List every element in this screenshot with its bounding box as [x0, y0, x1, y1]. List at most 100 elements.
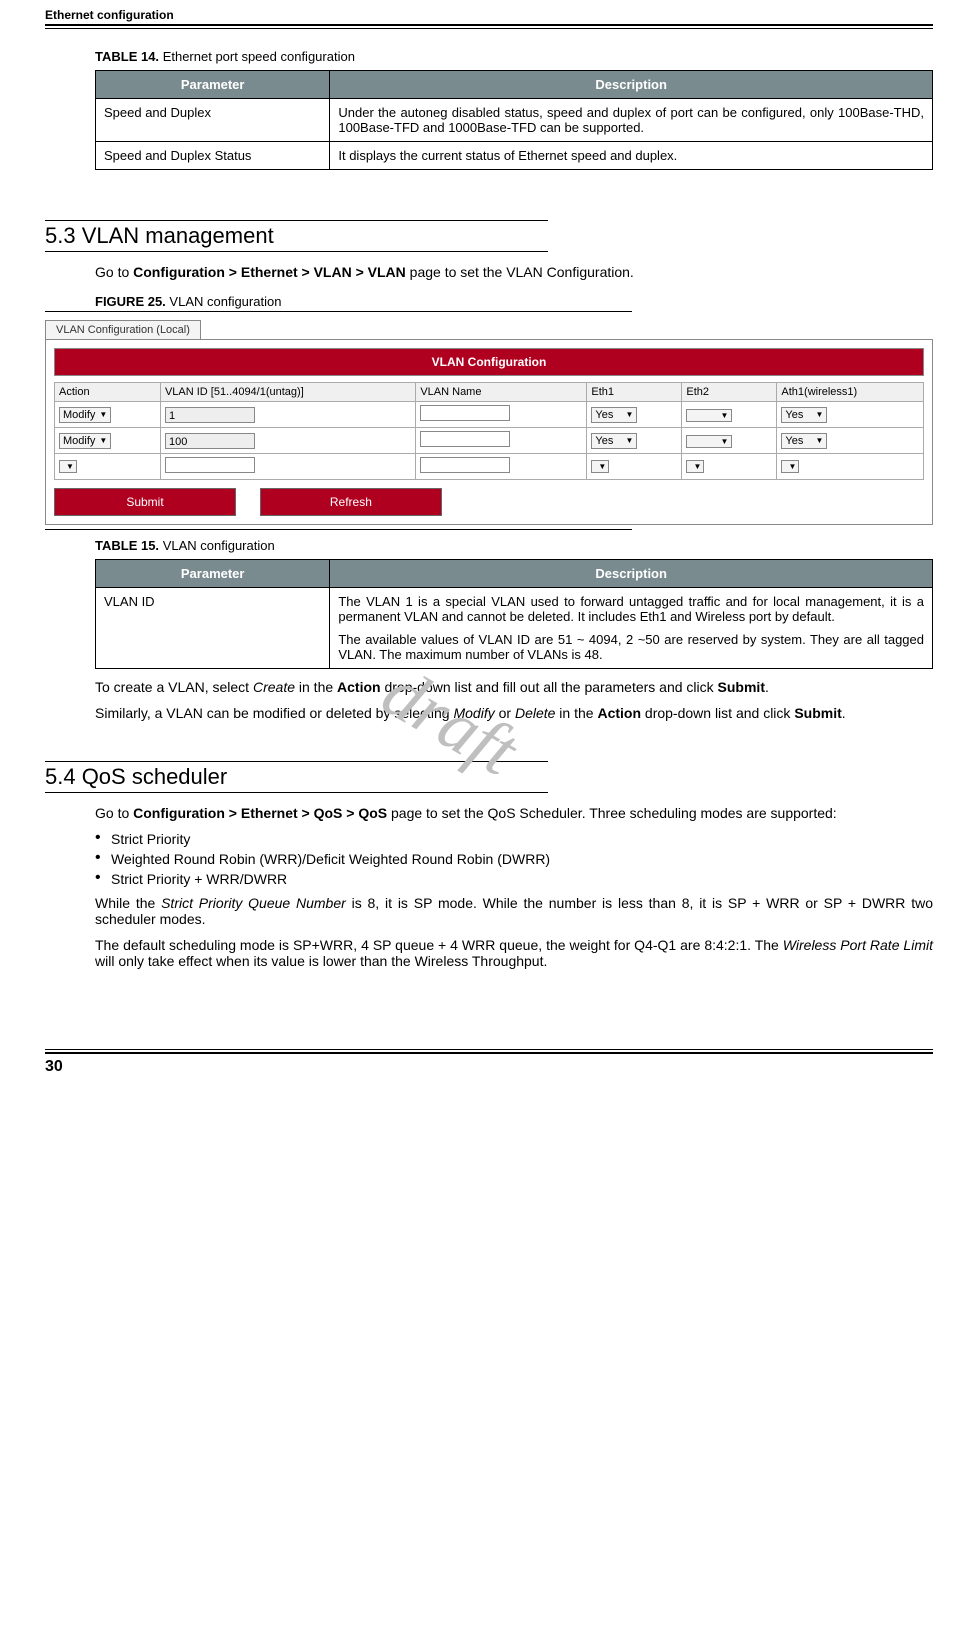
- dropdown-value: Modify: [63, 409, 95, 421]
- section54-top-rule: [45, 761, 548, 762]
- submit-button[interactable]: Submit: [54, 488, 236, 516]
- vlanname-input[interactable]: [420, 457, 510, 473]
- action-dropdown[interactable]: Modify▼: [59, 433, 111, 449]
- qos-mode-list: Strict Priority Weighted Round Robin (WR…: [95, 831, 933, 887]
- page-footer: 30: [45, 1049, 933, 1076]
- table15-th-param: Parameter: [96, 560, 330, 588]
- eth2-dropdown[interactable]: ▼: [686, 409, 732, 422]
- table14-caption-text: Ethernet port speed configuration: [163, 49, 355, 64]
- section53-title: 5.3 VLAN management: [45, 223, 933, 249]
- vlan-banner: VLAN Configuration: [54, 348, 924, 376]
- table15-caption: TABLE 15. VLAN configuration: [95, 538, 933, 553]
- table14-r2-param: Speed and Duplex Status: [96, 142, 330, 170]
- vlanid-input[interactable]: [165, 457, 255, 473]
- vlanid-input[interactable]: 1: [165, 407, 255, 423]
- table15: Parameter Description VLAN ID The VLAN 1…: [95, 559, 933, 669]
- col-eth1: Eth1: [587, 383, 682, 402]
- ath1-dropdown[interactable]: Yes▼: [781, 433, 827, 449]
- head-rule-thin: [45, 28, 933, 29]
- page-number: 30: [45, 1058, 933, 1076]
- text: Strict Priority Queue Number: [161, 895, 346, 911]
- dropdown-value: Yes: [595, 435, 613, 447]
- chevron-down-icon: ▼: [625, 436, 633, 445]
- footer-rule-thin: [45, 1049, 933, 1050]
- list-item: Strict Priority + WRR/DWRR: [95, 871, 933, 887]
- table14-th-param: Parameter: [96, 71, 330, 99]
- table15-caption-label: TABLE 15.: [95, 538, 159, 553]
- vlanid-input[interactable]: 100: [165, 433, 255, 449]
- table15-th-desc: Description: [330, 560, 933, 588]
- table-row: Modify▼ 100 Yes▼ ▼ Yes▼: [55, 428, 924, 454]
- chevron-down-icon: ▼: [625, 410, 633, 419]
- text: Go to: [95, 805, 133, 821]
- text: Similarly, a VLAN can be modified or del…: [95, 705, 453, 721]
- vlanname-input[interactable]: [420, 431, 510, 447]
- button-row: Submit Refresh: [54, 488, 924, 516]
- col-ath1: Ath1(wireless1): [777, 383, 924, 402]
- text: While the: [95, 895, 161, 911]
- chevron-down-icon: ▼: [788, 462, 796, 471]
- list-item: Weighted Round Robin (WRR)/Deficit Weigh…: [95, 851, 933, 867]
- section53-intro: Go to Configuration > Ethernet > VLAN > …: [95, 264, 933, 280]
- text: page to set the QoS Scheduler. Three sch…: [387, 805, 837, 821]
- eth1-dropdown[interactable]: ▼: [591, 460, 609, 473]
- text: will only take effect when its value is …: [95, 953, 547, 969]
- col-vlanid: VLAN ID [51..4094/1(untag)]: [160, 383, 415, 402]
- table14-caption: TABLE 14. Ethernet port speed configurat…: [95, 49, 933, 64]
- text: Delete: [515, 705, 555, 721]
- section54-intro: Go to Configuration > Ethernet > QoS > Q…: [95, 805, 933, 821]
- figure25-text: VLAN configuration: [169, 294, 281, 309]
- ath1-dropdown[interactable]: Yes▼: [781, 407, 827, 423]
- table15-caption-text: VLAN configuration: [163, 538, 275, 553]
- eth2-dropdown[interactable]: ▼: [686, 435, 732, 448]
- table14-caption-label: TABLE 14.: [95, 49, 159, 64]
- running-head: Ethernet configuration: [45, 0, 933, 24]
- vlan-grid: Action VLAN ID [51..4094/1(untag)] VLAN …: [54, 382, 924, 480]
- text: in the: [295, 679, 337, 695]
- table-row: VLAN ID The VLAN 1 is a special VLAN use…: [96, 588, 933, 669]
- section54-title: 5.4 QoS scheduler: [45, 764, 933, 790]
- figure25-rule: [45, 311, 632, 312]
- dropdown-value: Modify: [63, 435, 95, 447]
- text: Action: [337, 679, 381, 695]
- ath1-dropdown[interactable]: ▼: [781, 460, 799, 473]
- table14: Parameter Description Speed and Duplex U…: [95, 70, 933, 170]
- table15-r1-param: VLAN ID: [96, 588, 330, 669]
- text: page to set the VLAN Configuration.: [406, 264, 634, 280]
- text: drop-down list and click: [641, 705, 794, 721]
- eth1-dropdown[interactable]: Yes ▼: [591, 433, 637, 449]
- table-row: Modify▼ 1 Yes▼ ▼ Yes▼: [55, 402, 924, 428]
- col-action: Action: [55, 383, 161, 402]
- table-row: Speed and Duplex Status It displays the …: [96, 142, 933, 170]
- dropdown-value: Yes: [785, 435, 803, 447]
- section53-bottom-rule: [45, 251, 548, 252]
- refresh-button[interactable]: Refresh: [260, 488, 442, 516]
- para-default-sched: The default scheduling mode is SP+WRR, 4…: [95, 937, 933, 969]
- table14-r2-desc: It displays the current status of Ethern…: [330, 142, 933, 170]
- text: in the: [555, 705, 597, 721]
- eth2-dropdown[interactable]: ▼: [686, 460, 704, 473]
- col-vlanname: VLAN Name: [416, 383, 587, 402]
- eth1-dropdown[interactable]: Yes ▼: [591, 407, 637, 423]
- breadcrumb-path: Configuration > Ethernet > VLAN > VLAN: [133, 264, 406, 280]
- para-modify-vlan: Similarly, a VLAN can be modified or del…: [95, 705, 933, 721]
- text: The available values of VLAN ID are 51 ~…: [338, 632, 924, 662]
- table14-r1-desc: Under the autoneg disabled status, speed…: [330, 99, 933, 142]
- text: To create a VLAN, select: [95, 679, 253, 695]
- action-dropdown[interactable]: ▼: [59, 460, 77, 473]
- text: or: [495, 705, 515, 721]
- vlan-tab[interactable]: VLAN Configuration (Local): [45, 320, 201, 339]
- text: drop-down list and fill out all the para…: [381, 679, 718, 695]
- vlan-frame: VLAN Configuration Action VLAN ID [51..4…: [45, 339, 933, 525]
- footer-rule-thick: [45, 1052, 933, 1054]
- dropdown-value: Yes: [595, 409, 613, 421]
- vlan-config-screenshot: VLAN Configuration (Local) VLAN Configur…: [45, 320, 933, 525]
- text: Create: [253, 679, 295, 695]
- figure25-caption: FIGURE 25. VLAN configuration: [95, 294, 933, 309]
- table14-r1-param: Speed and Duplex: [96, 99, 330, 142]
- text: Wireless Port Rate Limit: [783, 937, 933, 953]
- vlanname-input[interactable]: [420, 405, 510, 421]
- chevron-down-icon: ▼: [720, 437, 728, 446]
- action-dropdown[interactable]: Modify▼: [59, 407, 111, 423]
- table-row: Speed and Duplex Under the autoneg disab…: [96, 99, 933, 142]
